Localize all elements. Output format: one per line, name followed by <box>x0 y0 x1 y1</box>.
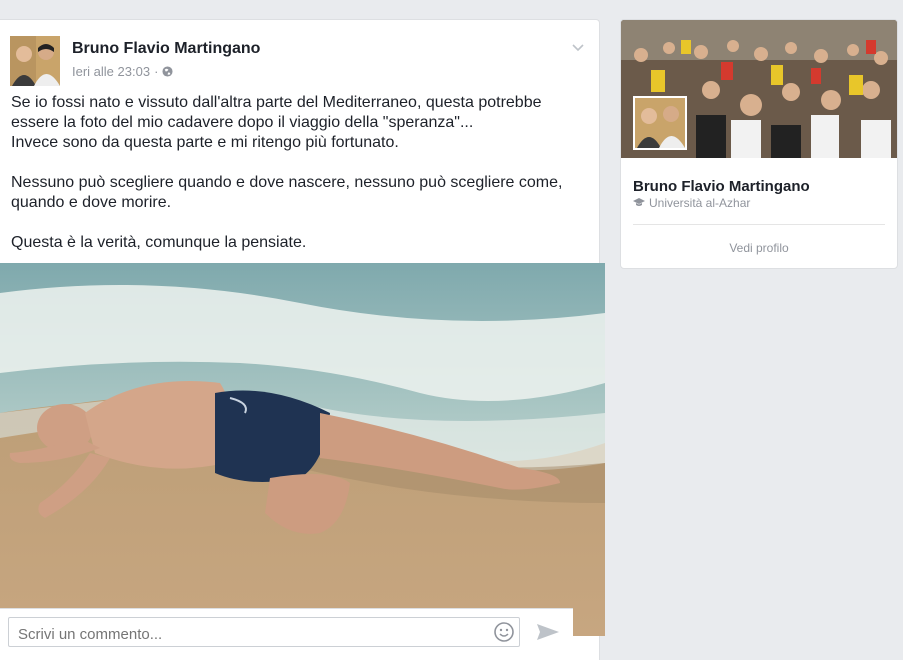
globe-icon <box>162 66 173 77</box>
post-paragraph: Se io fossi nato e vissuto dall'altra pa… <box>11 94 542 151</box>
post-photo[interactable] <box>0 263 605 636</box>
meta-separator: · <box>154 64 159 79</box>
profile-card-school-label: Università al-Azhar <box>649 196 751 210</box>
comment-bar <box>0 608 573 649</box>
post-timestamp[interactable]: Ieri alle 23:03 <box>72 64 150 79</box>
graduation-cap-icon <box>633 198 645 206</box>
view-profile-link[interactable]: Vedi profilo <box>621 241 897 255</box>
profile-card-school: Università al-Azhar <box>633 196 750 210</box>
author-avatar[interactable] <box>10 36 60 86</box>
chevron-down-icon[interactable] <box>571 40 585 54</box>
post-meta: Ieri alle 23:03 · <box>72 64 173 79</box>
post-paragraph: Nessuno può scegliere quando e dove nasc… <box>11 174 563 211</box>
author-name[interactable]: Bruno Flavio Martingano <box>72 40 260 58</box>
profile-card-name[interactable]: Bruno Flavio Martingano <box>633 178 810 195</box>
smiley-icon[interactable] <box>493 621 515 643</box>
post-paragraph: Questa è la verità, comunque la pensiate… <box>11 234 307 251</box>
profile-card: Bruno Flavio Martingano Università al-Az… <box>620 19 898 269</box>
comment-input[interactable] <box>8 617 520 647</box>
send-icon[interactable] <box>535 621 561 643</box>
post-body: Se io fossi nato e vissuto dall'altra pa… <box>11 93 591 273</box>
card-divider <box>633 224 885 225</box>
profile-card-avatar[interactable] <box>633 96 687 150</box>
